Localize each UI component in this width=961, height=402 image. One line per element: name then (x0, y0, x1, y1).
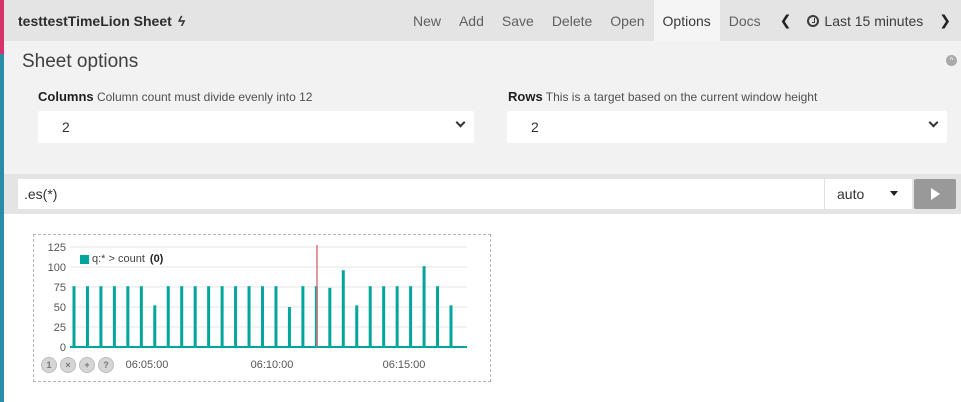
nav-add-button[interactable]: Add (450, 0, 493, 41)
y-tick-label: 100 (48, 262, 66, 274)
y-tick-label: 125 (48, 242, 66, 254)
rows-value: 2 (531, 119, 539, 135)
nav-save-button[interactable]: Save (493, 0, 543, 41)
chart-bar (99, 286, 103, 347)
chevron-down-icon (928, 117, 939, 128)
chart-bar (301, 286, 305, 347)
clock-icon (807, 14, 820, 27)
caret-down-icon (890, 191, 898, 196)
chart-bar (193, 286, 197, 347)
columns-label: Columns Column count must divide evenly … (38, 89, 312, 104)
chart-bar (368, 286, 372, 347)
y-tick-label: 25 (54, 322, 66, 334)
chart-bar (112, 286, 116, 347)
chart-bar (234, 286, 238, 347)
rows-label-bold: Rows (508, 89, 543, 104)
panel-remove-button[interactable]: × (60, 357, 76, 373)
y-tick-label: 50 (54, 302, 66, 314)
bolt-icon: ϟ (176, 12, 187, 29)
chevron-down-icon (455, 117, 466, 128)
columns-select[interactable]: 2 (38, 111, 474, 143)
nav-delete-button[interactable]: Delete (543, 0, 601, 41)
chart-bar (355, 305, 359, 347)
time-picker[interactable]: Last 15 minutes (801, 0, 929, 41)
sheet-options-panel: Sheet options ^ Columns Column count mus… (4, 41, 961, 174)
chart-bar (341, 270, 345, 347)
run-button[interactable] (914, 179, 956, 209)
chart-bar (422, 266, 426, 347)
chart-bar (436, 286, 440, 347)
nav-docs-button[interactable]: Docs (720, 0, 770, 41)
top-nav: testtestTimeLion Sheet ϟ New Add Save De… (4, 0, 961, 41)
chart-bar (395, 286, 399, 347)
sheet-title-text: testtestTimeLion Sheet (18, 12, 172, 29)
chart-bar (72, 286, 76, 347)
chart-bar (153, 305, 157, 347)
legend-value: (0) (149, 253, 164, 265)
chart-bar (85, 286, 89, 347)
time-range-label: Last 15 minutes (824, 12, 924, 29)
panel-help-button[interactable]: ? (98, 357, 114, 373)
panel-buttons: 1 × + ? (41, 357, 114, 373)
chevron-right-icon[interactable]: ❯ (929, 0, 961, 41)
nav-open-button[interactable]: Open (601, 0, 653, 41)
columns-label-bold: Columns (38, 89, 94, 104)
interval-value: auto (837, 186, 865, 202)
chart-bar (382, 286, 386, 347)
x-tick-label: 06:10:00 (251, 359, 294, 371)
chart-bar (166, 286, 170, 347)
chart-bar (328, 287, 332, 347)
chart-bar (139, 286, 143, 347)
chart-panel[interactable]: 125 100 75 50 25 0 06:05:00 06:10:00 06:15:00 q:… (33, 234, 491, 382)
chart-bar (287, 307, 291, 347)
chart-bar (126, 286, 130, 347)
rows-help: This is a target based on the current wi… (545, 90, 818, 104)
chart-bar (247, 286, 251, 347)
columns-help: Column count must divide evenly into 12 (96, 90, 313, 104)
chevron-left-icon[interactable]: ❮ (770, 0, 802, 41)
x-tick-label: 06:15:00 (383, 359, 426, 371)
columns-value: 2 (62, 119, 70, 135)
chart-bar (449, 305, 453, 347)
x-tick-label: 06:05:00 (126, 359, 169, 371)
nav-new-button[interactable]: New (404, 0, 450, 41)
options-title: Sheet options (22, 51, 139, 72)
legend-label: q:* > count (92, 253, 145, 265)
y-tick-label: 0 (60, 342, 66, 354)
chart-bar (274, 286, 278, 347)
panel-index-button[interactable]: 1 (41, 357, 57, 373)
play-icon (930, 188, 940, 200)
y-tick-label: 75 (54, 282, 66, 294)
expression-input[interactable]: .es(*) (18, 179, 824, 209)
collapse-icon[interactable]: ^ (946, 55, 957, 66)
chart-bar (409, 286, 413, 347)
interval-select[interactable]: auto (824, 179, 912, 209)
chart-bar (180, 286, 184, 347)
nav-menu: New Add Save Delete Open Options Docs ❮ … (404, 0, 961, 41)
panel-move-button[interactable]: + (79, 357, 95, 373)
rows-label: Rows This is a target based on the curre… (508, 89, 817, 104)
expression-bar: .es(*) auto (4, 174, 961, 214)
rows-select[interactable]: 2 (507, 111, 947, 143)
legend-swatch (80, 254, 89, 264)
chart-bar (207, 286, 211, 347)
chart-legend[interactable]: q:* > count (0) (80, 253, 163, 265)
chart-bar (261, 286, 264, 347)
sheet-title: testtestTimeLion Sheet ϟ (4, 12, 187, 29)
chart-bar (220, 286, 224, 347)
nav-options-button[interactable]: Options (653, 0, 720, 41)
